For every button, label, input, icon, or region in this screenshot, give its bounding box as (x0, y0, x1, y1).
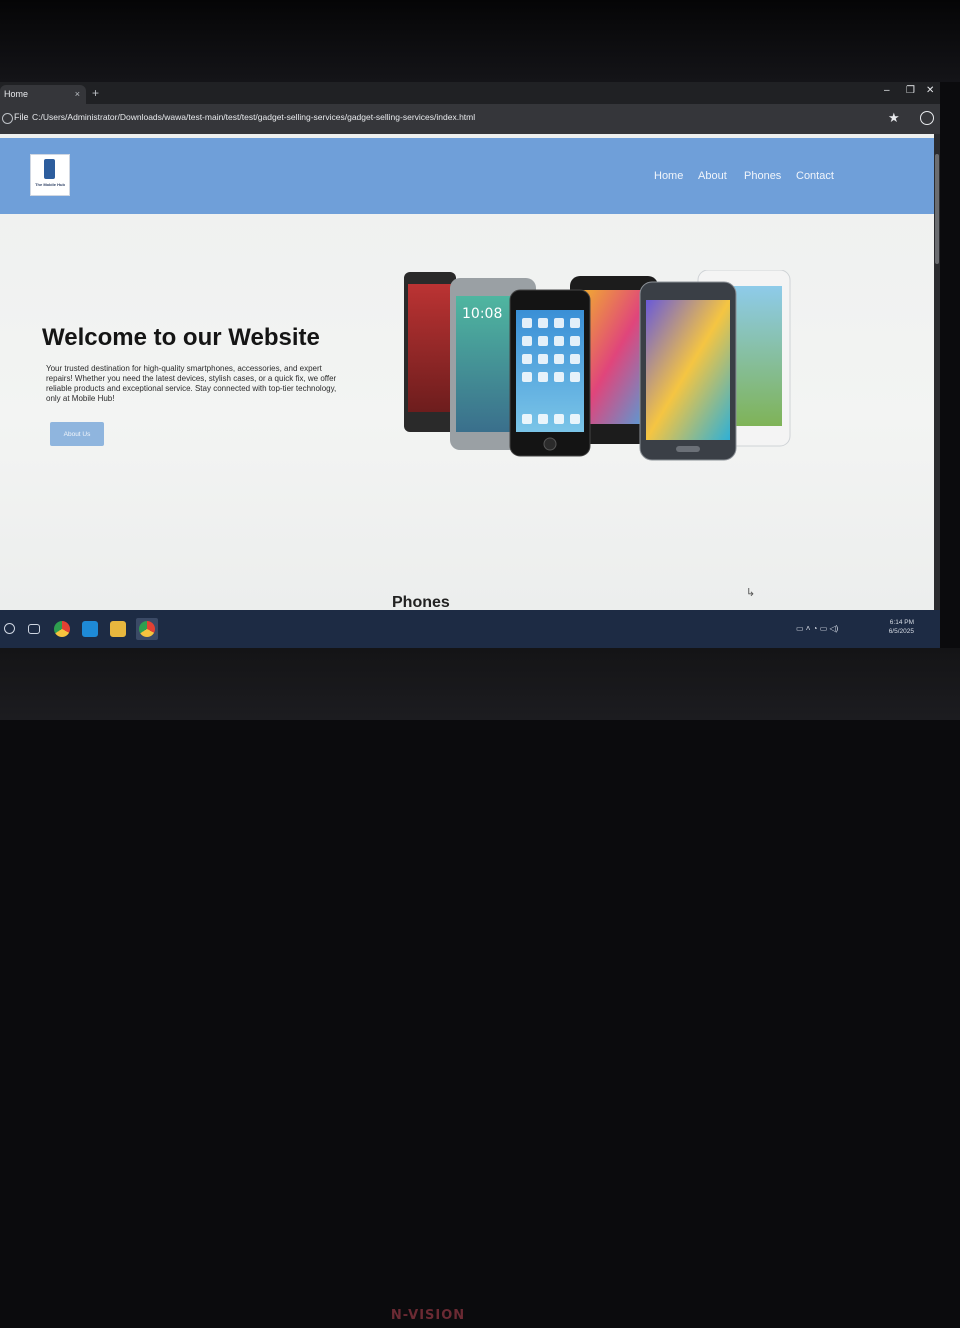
about-us-button[interactable]: About Us (50, 422, 104, 446)
chrome-active-icon (139, 621, 155, 637)
page-scrollbar[interactable] (934, 134, 940, 610)
profile-icon[interactable] (920, 111, 934, 125)
nav-contact[interactable]: Contact (796, 170, 834, 182)
logo-phone-icon (44, 159, 55, 179)
chrome-active-tile[interactable] (136, 618, 158, 640)
web-page: The Mobile Hub Home About Phones Contact… (0, 134, 934, 610)
site-header: The Mobile Hub Home About Phones Contact (0, 138, 934, 214)
close-icon[interactable]: ✕ (926, 85, 934, 96)
vscode-icon[interactable] (82, 621, 98, 637)
monitor-screen: Home × + – ❐ ✕ File C:/Users/Administrat… (0, 82, 940, 648)
maximize-icon[interactable]: ❐ (906, 85, 915, 96)
nav-phones[interactable]: Phones (744, 170, 781, 182)
bookmark-star-icon[interactable]: ★ (888, 110, 900, 126)
monitor-bezel-bottom: N-VISION (0, 648, 960, 1323)
hero-phones-image: 10:08 (404, 270, 791, 461)
chrome-icon[interactable] (54, 621, 70, 637)
file-explorer-icon[interactable] (110, 621, 126, 637)
monitor-brand-logo: N-VISION (390, 1308, 466, 1323)
tab-close-icon[interactable]: × (75, 85, 80, 104)
clock-time: 6:14 PM (889, 619, 914, 626)
windows-taskbar: ▭ ˄ ◔ ▭ ◁) 6:14 PM 6/5/2025 (0, 610, 940, 648)
site-logo[interactable]: The Mobile Hub (30, 154, 70, 196)
address-bar[interactable]: File C:/Users/Administrator/Downloads/wa… (0, 104, 940, 134)
hero-description: Your trusted destination for high-qualit… (46, 364, 337, 403)
url-text[interactable]: C:/Users/Administrator/Downloads/wawa/te… (32, 112, 475, 122)
phones-section-title: Phones (392, 594, 450, 610)
nav-home[interactable]: Home (654, 170, 683, 182)
nav-about[interactable]: About (698, 170, 727, 182)
tab-title: Home (4, 89, 29, 99)
search-icon[interactable] (4, 623, 15, 634)
scrollbar-thumb[interactable] (935, 154, 939, 264)
taskbar-clock[interactable]: 6:14 PM 6/5/2025 (876, 618, 914, 636)
minimize-icon[interactable]: – (884, 85, 890, 96)
logo-text: The Mobile Hub (35, 182, 65, 187)
mouse-cursor-icon: ↳ (746, 587, 756, 599)
site-info-icon[interactable] (2, 113, 13, 124)
monitor-bezel-top (0, 0, 960, 82)
clock-date: 6/5/2025 (888, 628, 914, 635)
task-view-icon[interactable] (28, 624, 40, 634)
browser-tab-home[interactable]: Home × (0, 85, 86, 104)
browser-tab-bar: Home × + – ❐ ✕ (0, 82, 940, 104)
hero-title: Welcome to our Website (42, 324, 320, 351)
new-tab-icon[interactable]: + (92, 86, 99, 100)
system-tray[interactable]: ▭ ˄ ◔ ▭ ◁) (796, 624, 838, 633)
svg-text:10:08: 10:08 (462, 306, 502, 322)
scheme-label: File (14, 112, 29, 122)
